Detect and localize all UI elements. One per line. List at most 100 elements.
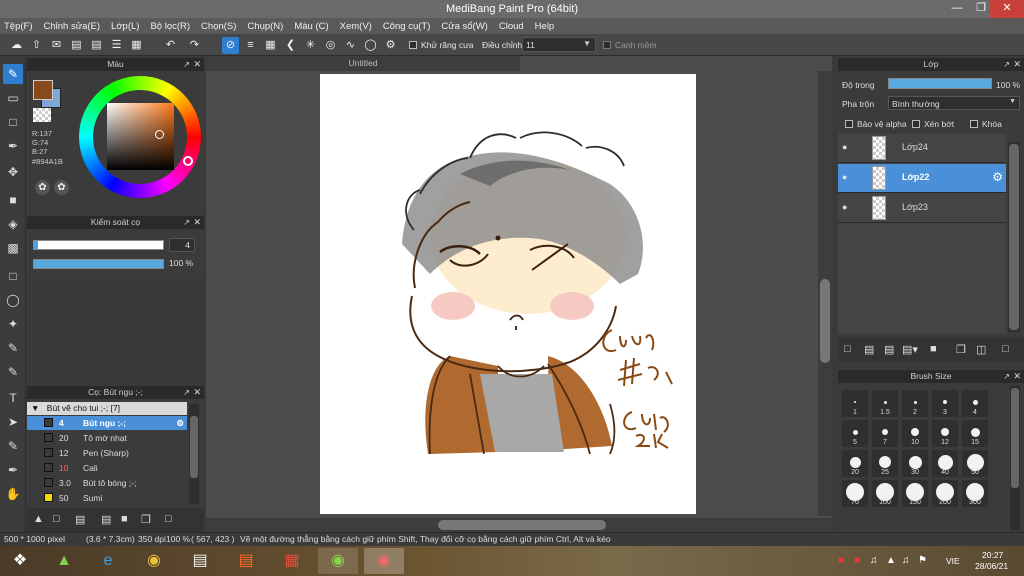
document-icon[interactable]: ▤ — [88, 37, 105, 54]
brush-size-cell[interactable]: 3 — [932, 390, 958, 417]
eye-icon[interactable]: ● — [842, 172, 847, 182]
brush-size-cell[interactable]: 2 — [902, 390, 928, 417]
document-icon[interactable]: ▤ — [101, 513, 111, 526]
menu-cloud[interactable]: Cloud — [499, 21, 524, 32]
brush-size-cell[interactable]: 10 — [902, 420, 928, 447]
lock-checkbox[interactable] — [970, 120, 978, 128]
brush-size-cell[interactable]: 1 — [842, 390, 868, 417]
protect-alpha-checkbox[interactable] — [845, 120, 853, 128]
close-button[interactable]: ✕ — [990, 0, 1024, 18]
brush-size-cell[interactable]: 70 — [842, 480, 868, 507]
rectangle-select-icon[interactable]: □ — [3, 112, 23, 132]
brush-list-item[interactable]: 12 Pen (Sharp) — [27, 446, 187, 460]
scrollbar-thumb[interactable] — [820, 279, 830, 363]
pin-icon[interactable]: ↗ — [1003, 370, 1010, 383]
brush-tool-icon[interactable]: ✎ — [3, 64, 23, 84]
brush-list-scrollbar[interactable] — [189, 404, 199, 504]
menu-help[interactable]: Help — [535, 21, 555, 32]
tray-icon[interactable]: ■ — [838, 555, 844, 566]
new-layer-8bit-icon[interactable]: ▤ — [864, 343, 874, 356]
canvas-horizontal-scrollbar[interactable] — [206, 518, 832, 532]
brush-list-item[interactable]: 20 Tô mờ nhạt — [27, 431, 187, 445]
brush-size-cell[interactable]: 200 — [932, 480, 958, 507]
select-pen-icon[interactable]: ✎ — [3, 338, 23, 358]
menu-file[interactable]: Tệp(F) — [4, 21, 33, 32]
brush-size-scrollbar[interactable] — [1010, 386, 1020, 530]
layer-opacity-slider[interactable] — [888, 78, 992, 89]
brush-size-cell[interactable]: 50 — [962, 450, 988, 477]
brush-size-cell[interactable]: 300 — [962, 480, 988, 507]
brush-size-cell[interactable]: 15 — [962, 420, 988, 447]
merge-down-icon[interactable]: ◫ — [976, 343, 986, 356]
hue-ring[interactable] — [79, 76, 201, 198]
vanishing-point-icon[interactable]: ❮ — [282, 37, 299, 54]
lasso-icon[interactable]: ◯ — [3, 290, 23, 310]
grid-icon[interactable]: ▦ — [128, 37, 145, 54]
transparent-swatch[interactable] — [33, 108, 51, 122]
scrollbar-thumb[interactable] — [1011, 388, 1019, 488]
menu-snap[interactable]: Chụp(N) — [247, 21, 283, 32]
trash-icon[interactable]: □ — [1002, 343, 1009, 355]
speaker-icon[interactable]: ♫ — [902, 555, 910, 566]
cross-snap-icon[interactable]: ▦ — [262, 37, 279, 54]
clip-checkbox[interactable] — [912, 120, 920, 128]
move-tool-icon[interactable]: ✥ — [3, 162, 23, 182]
camtasia-icon[interactable]: ◉ — [318, 548, 358, 574]
app-icon[interactable]: ▦ — [272, 548, 312, 574]
bucket-icon[interactable]: ◈ — [3, 214, 23, 234]
brush-opacity-slider[interactable] — [33, 259, 164, 269]
menu-view[interactable]: Xem(V) — [340, 21, 372, 32]
menu-edit[interactable]: Chỉnh sửa(E) — [44, 21, 101, 32]
brush-size-cell[interactable]: 40 — [932, 450, 958, 477]
circle-snap-icon[interactable]: ◯ — [362, 37, 379, 54]
scrollbar-thumb[interactable] — [190, 416, 198, 478]
brush-size-cell[interactable]: 7 — [872, 420, 898, 447]
eraser-tool-icon[interactable]: ▭ — [3, 88, 23, 108]
close-icon[interactable]: ✕ — [1013, 58, 1021, 71]
scrollbar-thumb[interactable] — [438, 520, 606, 530]
bluestacks-icon[interactable]: ▲ — [44, 548, 84, 574]
brush-size-cell[interactable]: 30 — [902, 450, 928, 477]
brush-list-item[interactable]: 3.0 Bút tô bóng ;-; — [27, 476, 187, 490]
palette-icon[interactable]: ✿ — [35, 180, 50, 195]
layer-row[interactable]: ● Lớp22 ⚙ — [838, 164, 1006, 193]
document-tab[interactable]: Untitled — [206, 56, 520, 71]
color-cursor[interactable] — [155, 130, 164, 139]
operation-icon[interactable]: ➤ — [3, 412, 23, 432]
pen-tool-icon[interactable]: ✒ — [3, 136, 23, 156]
blend-mode-select[interactable]: Bình thường ▼ — [888, 96, 1020, 110]
saturation-value-square[interactable] — [107, 103, 174, 170]
list-icon[interactable]: ☰ — [108, 37, 125, 54]
comment-icon[interactable]: ✉ — [48, 37, 65, 54]
brush-list-item[interactable]: 10 Cali — [27, 461, 187, 475]
divide-icon[interactable]: ✎ — [3, 436, 23, 456]
gradient-icon[interactable]: ▩ — [3, 238, 23, 258]
drawing-canvas[interactable] — [320, 74, 696, 514]
powerpoint-icon[interactable]: ▤ — [226, 548, 266, 574]
menu-tools[interactable]: Công cụ(T) — [383, 21, 431, 32]
color-picker-icon[interactable]: ✿ — [54, 180, 69, 195]
add-layer-menu-icon[interactable]: ▤▾ — [902, 343, 918, 356]
internet-explorer-icon[interactable]: e — [88, 548, 128, 574]
hand-tool-icon[interactable]: ✋ — [3, 484, 23, 504]
undo-icon[interactable]: ↶ — [162, 37, 179, 54]
close-icon[interactable]: ✕ — [193, 386, 201, 399]
layer-row[interactable]: ● Lớp24 — [838, 134, 1006, 163]
network-icon[interactable]: ▲ — [886, 555, 896, 566]
close-icon[interactable]: ✕ — [193, 216, 201, 229]
flag-icon[interactable]: ⚑ — [918, 555, 927, 566]
menu-filter[interactable]: Bộ lọc(R) — [150, 21, 190, 32]
new-file-icon[interactable]: □ — [53, 513, 60, 525]
magic-wand-icon[interactable]: ✦ — [3, 314, 23, 334]
new-layer-icon[interactable]: □ — [844, 343, 851, 355]
brush-list-item[interactable]: 4 Bút ngu ;-; ⚙ — [27, 416, 187, 430]
parallel-snap-icon[interactable]: ≡ — [242, 37, 259, 54]
add-brush-icon[interactable]: ▲ — [33, 513, 44, 525]
menu-color[interactable]: Màu (C) — [294, 21, 328, 32]
brush-size-cell[interactable]: 150 — [902, 480, 928, 507]
tray-icon[interactable]: ■ — [854, 555, 860, 566]
chrome-icon[interactable]: ◉ — [134, 548, 174, 574]
brush-size-cell[interactable]: 20 — [842, 450, 868, 477]
concentric-snap-icon[interactable]: ◎ — [322, 37, 339, 54]
menu-select[interactable]: Chọn(S) — [201, 21, 236, 32]
